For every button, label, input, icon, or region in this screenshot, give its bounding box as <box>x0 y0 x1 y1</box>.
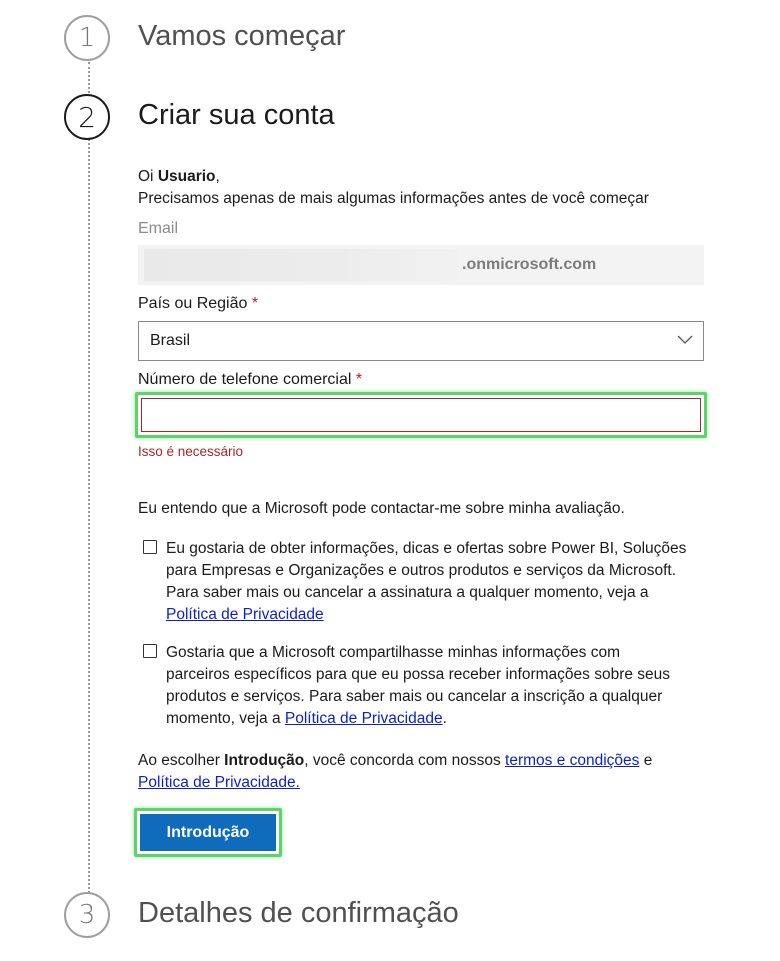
chevron-down-icon <box>677 335 693 344</box>
country-required-mark: * <box>251 295 259 312</box>
greeting-line: Oi Usuario, <box>138 166 220 188</box>
terms-bold: Introdução <box>224 752 305 769</box>
marketing-checkbox[interactable] <box>143 540 157 554</box>
step-3-title: Detalhes de confirmação <box>138 897 459 929</box>
checkbox-2-last-prefix: momento, veja a <box>166 710 285 727</box>
email-field: .onmicrosoft.com <box>138 245 704 285</box>
phone-required-mark: * <box>355 371 363 388</box>
email-label: Email <box>138 220 179 237</box>
checkbox-2-line-3: produtos e serviços. Para saber mais ou … <box>166 688 663 705</box>
consent-text: Eu entendo que a Microsoft pode contacta… <box>138 500 625 517</box>
phone-error: Isso é necessário <box>138 444 244 459</box>
country-select[interactable]: Brasil <box>138 321 704 361</box>
step-1-number: 1 <box>78 23 96 53</box>
greeting-suffix: , <box>215 168 220 185</box>
email-redacted <box>144 249 458 281</box>
checkbox-2-line-2: parceiros específicos para que eu possa … <box>166 666 671 683</box>
country-label-text: País ou Região <box>138 295 248 312</box>
checkbox-2-line-1: Gostaria que a Microsoft compartilhasse … <box>166 644 620 661</box>
phone-input[interactable] <box>141 398 701 432</box>
step-3-number: 3 <box>78 900 96 930</box>
step-3-circle: 3 <box>64 892 110 938</box>
terms-line-2: Política de Privacidade. <box>138 772 300 794</box>
checkbox-2-line-4: momento, veja a Política de Privacidade. <box>166 708 447 730</box>
terms-middle: , você concorda com nossos <box>304 752 506 769</box>
phone-label-text: Número de telefone comercial <box>138 371 352 388</box>
checkbox-1-line-4: Política de Privacidade <box>166 604 324 626</box>
checkbox-2-last-suffix: . <box>442 710 447 727</box>
terms-and: e <box>639 752 653 769</box>
country-select-value: Brasil <box>150 332 191 349</box>
step-1-circle: 1 <box>64 15 110 61</box>
privacy-link-2[interactable]: Política de Privacidade <box>285 710 443 727</box>
introducao-button[interactable]: Introdução <box>140 814 276 851</box>
terms-line-1: Ao escolher Introdução, você concorda co… <box>138 750 652 772</box>
step-2-number: 2 <box>78 100 96 134</box>
partner-share-checkbox[interactable] <box>143 644 157 658</box>
phone-label: Número de telefone comercial * <box>138 369 362 391</box>
checkbox-1-line-3: Para saber mais ou cancelar a assinatura… <box>166 584 649 601</box>
country-label: País ou Região * <box>138 293 258 315</box>
step-timeline <box>88 62 90 897</box>
greeting-message: Precisamos apenas de mais algumas inform… <box>138 190 649 207</box>
checkbox-1-line-1: Eu gostaria de obter informações, dicas … <box>166 540 687 557</box>
email-domain: .onmicrosoft.com <box>462 256 597 273</box>
privacy-link-3[interactable]: Política de Privacidade. <box>138 774 300 791</box>
checkbox-1-line-2: para Empresas e Organizações e outros pr… <box>166 562 677 579</box>
step-1-title: Vamos começar <box>138 20 346 52</box>
privacy-link-1[interactable]: Política de Privacidade <box>166 606 324 623</box>
step-2-title: Criar sua conta <box>138 99 335 131</box>
phone-highlight <box>135 392 707 438</box>
terms-prefix: Ao escolher <box>138 752 225 769</box>
submit-highlight: Introdução <box>134 808 282 857</box>
greeting-user: Usuario <box>157 168 216 185</box>
terms-link[interactable]: termos e condições <box>505 752 639 769</box>
greeting-prefix: Oi <box>138 168 158 185</box>
step-2-circle: 2 <box>64 94 110 140</box>
